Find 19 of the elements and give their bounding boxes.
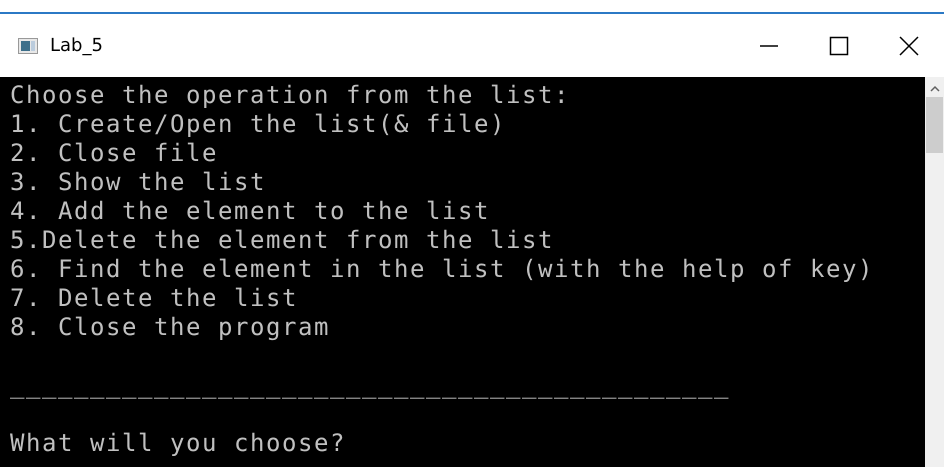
scrollbar[interactable] [925,77,944,467]
prompt-text: What will you choose? [10,429,346,457]
maximize-icon [829,36,849,56]
console-line: 8. Close the program [10,313,330,341]
console-line: 1. Create/Open the list(& file) [10,110,506,138]
scrollbar-thumb[interactable] [926,97,943,153]
app-icon [18,38,38,54]
console-line: 3. Show the list [10,168,266,196]
close-icon [899,36,919,56]
console-line: 4. Add the element to the list [10,197,490,225]
console-line: 2. Close file [10,139,218,167]
scroll-up-icon[interactable] [930,85,940,93]
console-line: Choose the operation from the list: [10,81,570,109]
console-line: 5.Delete the element from the list [10,226,554,254]
console-line: 6. Find the element in the list (with the help of key) [10,255,874,283]
window-title: Lab_5 [50,35,104,56]
minimize-icon [759,44,779,46]
separator-line: _____________________________________________ [10,371,730,399]
console-line: 7. Delete the list [10,284,298,312]
